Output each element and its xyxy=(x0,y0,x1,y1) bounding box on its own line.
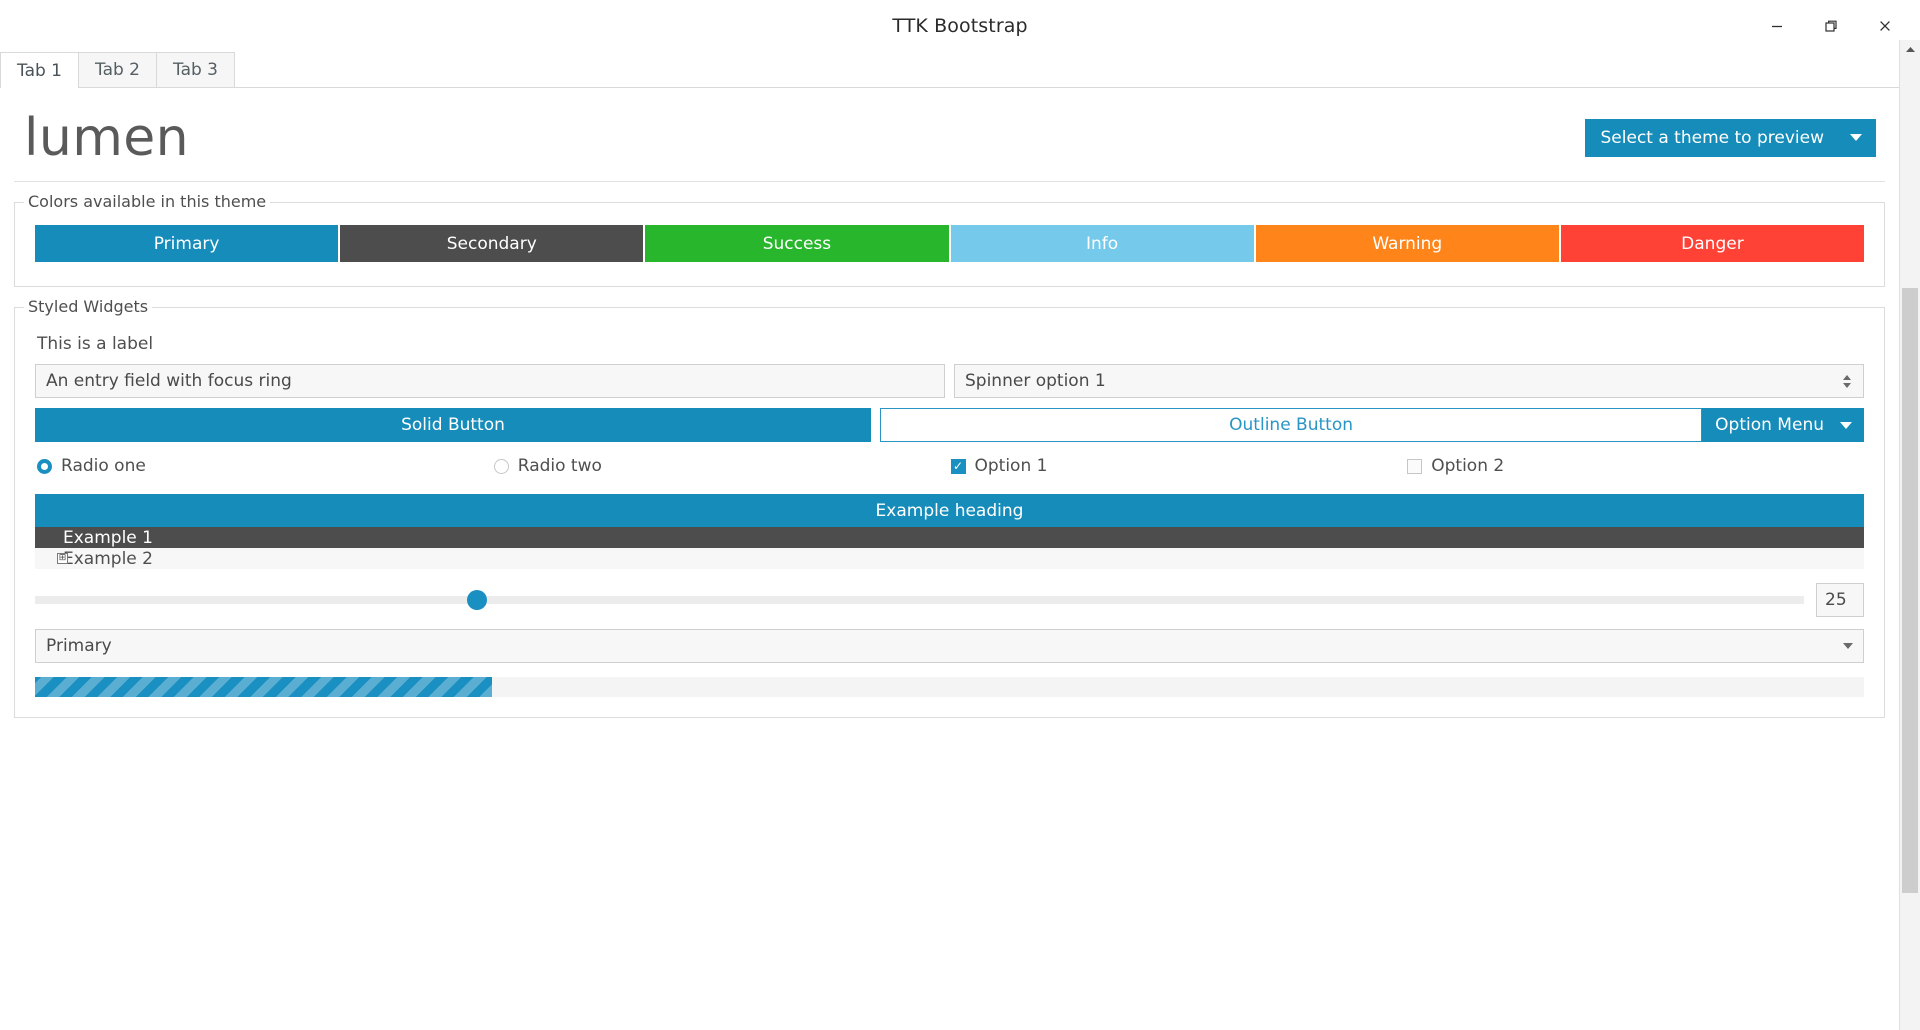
theme-select-button[interactable]: Select a theme to preview xyxy=(1584,118,1876,157)
vertical-scrollbar[interactable] xyxy=(1899,40,1920,1030)
checkbox-option-2-label: Option 2 xyxy=(1431,456,1505,476)
swatch-primary[interactable]: Primary xyxy=(35,225,339,262)
tab-2-label: Tab 2 xyxy=(95,60,140,80)
treeview-heading[interactable]: Example heading xyxy=(35,494,1864,527)
treeview-row-1[interactable]: Example 1 xyxy=(35,527,1864,548)
swatch-danger[interactable]: Danger xyxy=(1560,225,1865,262)
styled-widgets-group: Styled Widgets This is a label An entry … xyxy=(14,297,1885,718)
styled-widgets-group-title: Styled Widgets xyxy=(24,297,153,316)
radio-unselected-icon xyxy=(493,458,509,474)
tab-2[interactable]: Tab 2 xyxy=(78,52,157,87)
checkbox-option-2[interactable]: Option 2 xyxy=(1407,456,1864,476)
progressbar xyxy=(35,677,1864,697)
swatch-warning-label: Warning xyxy=(1372,233,1443,254)
colors-group-title: Colors available in this theme xyxy=(24,192,271,211)
scroll-up-icon[interactable] xyxy=(1900,40,1920,58)
scrollbar-thumb[interactable] xyxy=(1902,288,1918,893)
option-menu-label: Option Menu xyxy=(1715,415,1824,435)
swatch-success[interactable]: Success xyxy=(645,225,949,262)
window-controls xyxy=(1750,0,1912,52)
radio-two-label: Radio two xyxy=(517,456,602,476)
treeview-heading-label: Example heading xyxy=(875,500,1024,521)
tab-content-panel: lumen Select a theme to preview Colors a… xyxy=(0,88,1899,1030)
tab-3[interactable]: Tab 3 xyxy=(156,52,235,87)
scale-thumb[interactable] xyxy=(467,590,488,610)
swatch-success-label: Success xyxy=(762,233,832,254)
scale-row: 25 xyxy=(35,583,1864,617)
swatch-info[interactable]: Info xyxy=(950,225,1254,262)
tab-strip: Tab 1 Tab 2 Tab 3 xyxy=(0,52,1920,88)
chevron-up-icon xyxy=(1843,374,1851,380)
styled-widgets-body: This is a label An entry field with focu… xyxy=(27,324,1872,703)
solid-button[interactable]: Solid Button xyxy=(35,408,871,442)
checkbox-option-1-label: Option 1 xyxy=(974,456,1048,476)
checkbox-option-1[interactable]: ✓ Option 1 xyxy=(950,456,1408,476)
combobox-value: Primary xyxy=(46,636,112,656)
application-window: TTK Bootstrap Tab 1 Tab 2 Tab 3 lumen Se… xyxy=(0,0,1920,1030)
chevron-down-icon xyxy=(1843,382,1851,388)
title-bar: TTK Bootstrap xyxy=(0,0,1920,52)
tab-1-label: Tab 1 xyxy=(17,60,62,81)
theme-hero: lumen Select a theme to preview xyxy=(14,94,1885,182)
swatch-warning[interactable]: Warning xyxy=(1255,225,1559,262)
outline-button-label: Outline Button xyxy=(1229,415,1354,435)
radio-one[interactable]: Radio one xyxy=(37,456,494,476)
spinbox[interactable]: Spinner option 1 xyxy=(954,364,1864,398)
tab-3-label: Tab 3 xyxy=(173,60,218,80)
solid-button-label: Solid Button xyxy=(401,415,505,435)
combobox[interactable]: Primary xyxy=(35,629,1864,663)
chevron-down-icon xyxy=(1843,643,1853,649)
entry-field-value: An entry field with focus ring xyxy=(46,371,292,391)
checkbox-unchecked-icon xyxy=(1407,458,1423,474)
treeview-row-1-label: Example 1 xyxy=(63,527,153,548)
scale-value-box[interactable]: 25 xyxy=(1816,583,1864,617)
spinbox-value: Spinner option 1 xyxy=(965,371,1106,391)
checkbox-checked-icon: ✓ xyxy=(950,458,966,474)
radio-two[interactable]: Radio two xyxy=(493,456,951,476)
swatch-primary-label: Primary xyxy=(153,233,220,254)
entry-field[interactable]: An entry field with focus ring xyxy=(35,364,945,398)
buttons-row: Solid Button Outline Button Option Menu xyxy=(35,408,1864,442)
colors-group: Colors available in this theme Primary S… xyxy=(14,192,1885,287)
swatch-secondary[interactable]: Secondary xyxy=(340,225,644,262)
swatch-secondary-label: Secondary xyxy=(446,233,537,254)
chevron-down-icon xyxy=(1840,421,1852,429)
page-title: lumen xyxy=(24,107,190,168)
treeview-row-2[interactable]: ⊞ Example 2 xyxy=(35,548,1864,569)
radio-one-label: Radio one xyxy=(61,456,146,476)
entry-spinner-row: An entry field with focus ring Spinner o… xyxy=(35,364,1864,398)
maximize-button[interactable] xyxy=(1804,0,1858,52)
scale-slider[interactable] xyxy=(35,590,1804,610)
scale-value-text: 25 xyxy=(1825,590,1847,610)
sample-label: This is a label xyxy=(37,334,154,354)
spinbox-arrows[interactable] xyxy=(1843,374,1851,388)
choices-row: Radio one Radio two ✓ Option 1 Option 2 xyxy=(35,442,1864,482)
swatch-danger-label: Danger xyxy=(1681,233,1744,254)
tab-1[interactable]: Tab 1 xyxy=(0,52,79,88)
swatch-info-label: Info xyxy=(1086,233,1119,254)
chevron-down-icon xyxy=(1850,134,1862,141)
theme-select-label: Select a theme to preview xyxy=(1600,127,1824,148)
minimize-button[interactable] xyxy=(1750,0,1804,52)
outline-button[interactable]: Outline Button xyxy=(880,408,1703,442)
color-swatch-row: Primary Secondary Success Info Warning D… xyxy=(27,219,1872,272)
window-title: TTK Bootstrap xyxy=(892,15,1028,37)
option-menu-button[interactable]: Option Menu xyxy=(1702,408,1864,442)
expand-icon[interactable]: ⊞ xyxy=(57,553,68,564)
radio-selected-icon xyxy=(37,458,52,474)
treeview: Example heading Example 1 ⊞ Example 2 xyxy=(35,494,1864,569)
progressbar-fill xyxy=(35,677,493,697)
